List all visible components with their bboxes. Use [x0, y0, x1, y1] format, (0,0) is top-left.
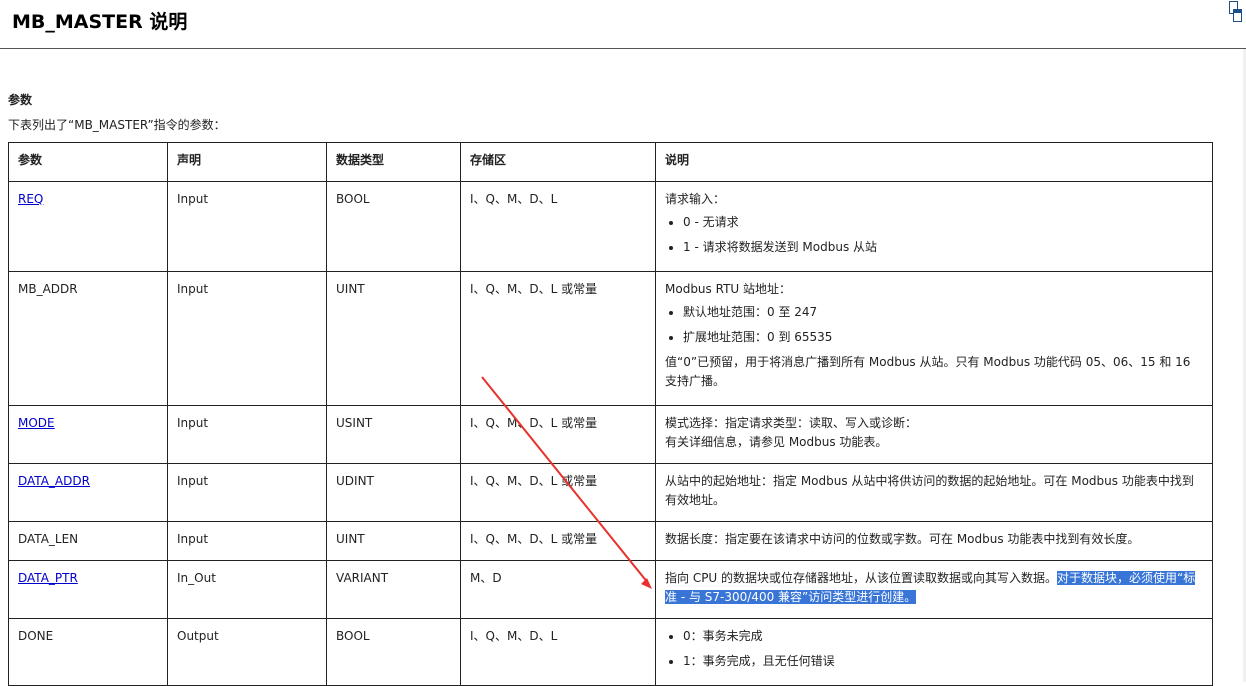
desc-note: 值“0”已预留，用于将消息广播到所有 Modbus 从站。只有 Modbus 功…	[665, 355, 1191, 388]
area-cell: I、Q、M、D、L	[460, 181, 656, 272]
type-cell: BOOL	[326, 181, 461, 272]
param-link-mode[interactable]: MODE	[18, 416, 55, 430]
type-cell: UINT	[326, 521, 461, 561]
desc-cell: 数据长度：指定要在该请求中访问的位数或字数。可在 Modbus 功能表中找到有效…	[655, 521, 1213, 561]
table-row: MODE Input USINT I、Q、M、D、L 或常量 模式选择：指定请求…	[8, 405, 1213, 464]
desc-cell: 0：事务未完成 1：事务完成，且无任何错误	[655, 618, 1213, 686]
desc-cell: 请求输入： 0 - 无请求 1 - 请求将数据发送到 Modbus 从站	[655, 181, 1213, 272]
param-cell: DATA_LEN	[8, 521, 168, 561]
window-restore-icon[interactable]	[1229, 1, 1243, 27]
list-item: 1：事务完成，且无任何错误	[683, 652, 1203, 671]
list-item: 扩展地址范围：0 到 65535	[683, 328, 1203, 347]
area-cell: I、Q、M、D、L 或常量	[460, 521, 656, 561]
intro-text: 下表列出了“MB_MASTER”指令的参数：	[8, 118, 226, 132]
desc-text: 模式选择：指定请求类型：读取、写入或诊断：	[665, 416, 918, 430]
desc-text: Modbus RTU 站地址：	[665, 282, 791, 296]
page-title: MB_MASTER 说明	[12, 11, 188, 33]
desc-cell: 指向 CPU 的数据块或位存储器地址，从该位置读取数据或向其写入数据。对于数据块…	[655, 560, 1213, 619]
header-description: 说明	[655, 142, 1213, 182]
param-cell: DONE	[8, 618, 168, 686]
list-item: 默认地址范围：0 至 247	[683, 303, 1203, 322]
decl-cell: In_Out	[167, 560, 327, 619]
type-cell: BOOL	[326, 618, 461, 686]
type-cell: USINT	[326, 405, 461, 464]
table-header-row: 参数 声明 数据类型 存储区 说明	[8, 142, 1213, 182]
header-memory-area: 存储区	[460, 142, 656, 182]
desc-cell: Modbus RTU 站地址： 默认地址范围：0 至 247 扩展地址范围：0 …	[655, 271, 1213, 406]
param-cell: DATA_ADDR	[8, 463, 168, 522]
list-item: 1 - 请求将数据发送到 Modbus 从站	[683, 238, 1203, 257]
decl-cell: Input	[167, 405, 327, 464]
param-link-data-ptr[interactable]: DATA_PTR	[18, 571, 78, 585]
table-row: REQ Input BOOL I、Q、M、D、L 请求输入： 0 - 无请求 1…	[8, 181, 1213, 272]
header-data-type: 数据类型	[326, 142, 461, 182]
desc-text: 有关详细信息，请参见 Modbus 功能表。	[665, 435, 888, 449]
area-cell: I、Q、M、D、L 或常量	[460, 271, 656, 406]
section-heading: 参数	[8, 93, 33, 107]
param-cell: DATA_PTR	[8, 560, 168, 619]
desc-text: 从站中的起始地址：指定 Modbus 从站中将供访问的数据的起始地址。可在 Mo…	[665, 474, 1194, 507]
decl-cell: Output	[167, 618, 327, 686]
param-link-req[interactable]: REQ	[18, 192, 43, 206]
type-cell: UDINT	[326, 463, 461, 522]
bullet-list: 0 - 无请求 1 - 请求将数据发送到 Modbus 从站	[665, 213, 1203, 257]
header-param: 参数	[8, 142, 168, 182]
param-cell: MB_ADDR	[8, 271, 168, 406]
param-link-data-addr[interactable]: DATA_ADDR	[18, 474, 90, 488]
decl-cell: Input	[167, 181, 327, 272]
bullet-list: 默认地址范围：0 至 247 扩展地址范围：0 到 65535	[665, 303, 1203, 347]
param-cell: REQ	[8, 181, 168, 272]
area-cell: I、Q、M、D、L 或常量	[460, 463, 656, 522]
list-item: 0：事务未完成	[683, 627, 1203, 646]
decl-cell: Input	[167, 521, 327, 561]
header-declaration: 声明	[167, 142, 327, 182]
list-item: 0 - 无请求	[683, 213, 1203, 232]
bullet-list: 0：事务未完成 1：事务完成，且无任何错误	[665, 627, 1203, 671]
page-header: MB_MASTER 说明	[0, 0, 1246, 49]
type-cell: VARIANT	[326, 560, 461, 619]
param-cell: MODE	[8, 405, 168, 464]
desc-text: 指向 CPU 的数据块或位存储器地址，从该位置读取数据或向其写入数据。	[665, 571, 1058, 585]
desc-cell: 从站中的起始地址：指定 Modbus 从站中将供访问的数据的起始地址。可在 Mo…	[655, 463, 1213, 522]
area-cell: I、Q、M、D、L 或常量	[460, 405, 656, 464]
desc-cell: 模式选择：指定请求类型：读取、写入或诊断： 有关详细信息，请参见 Modbus …	[655, 405, 1213, 464]
table-row: DATA_PTR In_Out VARIANT M、D 指向 CPU 的数据块或…	[8, 560, 1213, 619]
parameter-table: 参数 声明 数据类型 存储区 说明 REQ Input BOOL I、Q、M、D…	[8, 142, 1213, 686]
decl-cell: Input	[167, 271, 327, 406]
desc-text: 请求输入：	[665, 192, 726, 206]
type-cell: UINT	[326, 271, 461, 406]
table-row: DATA_ADDR Input UDINT I、Q、M、D、L 或常量 从站中的…	[8, 463, 1213, 522]
area-cell: M、D	[460, 560, 656, 619]
table-row: MB_ADDR Input UINT I、Q、M、D、L 或常量 Modbus …	[8, 271, 1213, 406]
table-row: DONE Output BOOL I、Q、M、D、L 0：事务未完成 1：事务完…	[8, 618, 1213, 686]
desc-text: 数据长度：指定要在该请求中访问的位数或字数。可在 Modbus 功能表中找到有效…	[665, 532, 1140, 546]
decl-cell: Input	[167, 463, 327, 522]
area-cell: I、Q、M、D、L	[460, 618, 656, 686]
table-row: DATA_LEN Input UINT I、Q、M、D、L 或常量 数据长度：指…	[8, 521, 1213, 561]
